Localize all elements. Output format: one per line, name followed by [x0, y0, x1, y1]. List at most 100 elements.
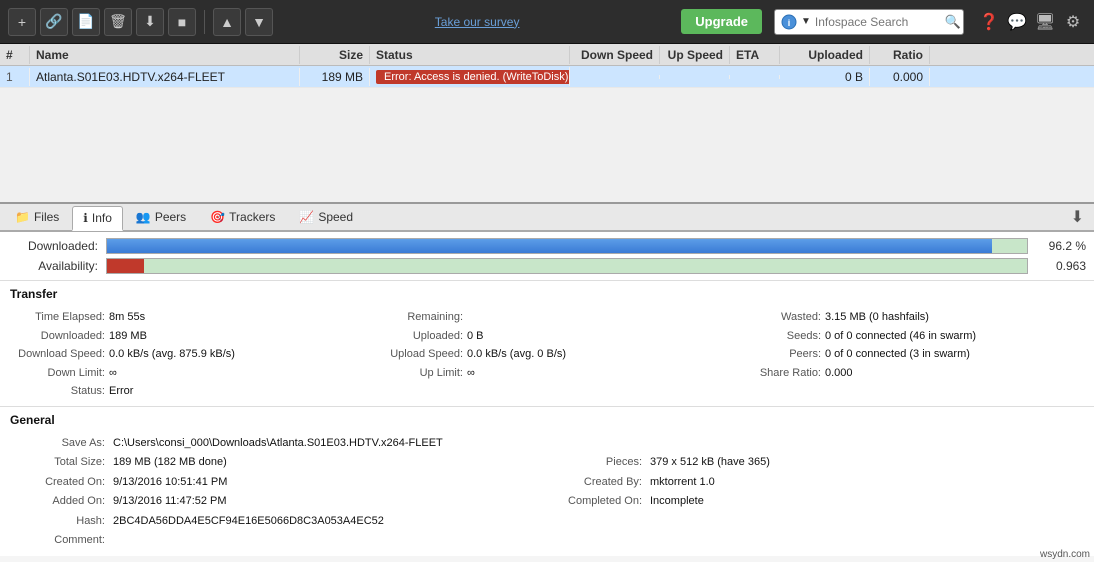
add-button[interactable]: + — [8, 8, 36, 36]
created-on-row: Created On: 9/13/2016 10:51:41 PM — [10, 474, 547, 492]
created-on-by-row: Created On: 9/13/2016 10:51:41 PM Create… — [10, 474, 1084, 492]
transfer-col2: Remaining: Uploaded: 0 B Upload Speed: 0… — [368, 309, 726, 400]
infospace-label: ▼ — [801, 16, 811, 27]
status-error-badge: Error: Access is denied. (WriteToDisk) — [376, 70, 570, 84]
watermark: wsydn.com — [1040, 549, 1090, 560]
svg-text:i: i — [788, 18, 791, 28]
total-size-val: 189 MB (182 MB done) — [113, 454, 227, 472]
downloaded-bar-fill — [107, 239, 992, 253]
torrent-rows: 1 Atlanta.S01E03.HDTV.x264-FLEET 189 MB … — [0, 66, 1094, 88]
seeds-row: Seeds: 0 of 0 connected (46 in swarm) — [726, 328, 1084, 345]
torrent-header: # Name Size Status Down Speed Up Speed E… — [0, 44, 1094, 66]
remaining-key: Remaining: — [368, 309, 463, 326]
search-container: i ▼ 🔍 — [774, 9, 964, 35]
table-row[interactable]: 1 Atlanta.S01E03.HDTV.x264-FLEET 189 MB … — [0, 66, 1094, 88]
chat-button[interactable]: 💬 — [1004, 9, 1030, 35]
added-on-val: 9/13/2016 11:47:52 PM — [113, 493, 227, 511]
down-limit-val: ∞ — [109, 365, 117, 382]
transfer-col1: Time Elapsed: 8m 55s Downloaded: 189 MB … — [10, 309, 368, 400]
delete-button[interactable]: 🗑 — [104, 8, 132, 36]
created-by-val: mktorrent 1.0 — [650, 474, 715, 492]
help-button[interactable]: ❓ — [976, 9, 1002, 35]
total-size-row: Total Size: 189 MB (182 MB done) — [10, 454, 547, 472]
tab-peers[interactable]: 👥 Peers — [125, 205, 197, 229]
tab-speed[interactable]: 📈 Speed — [288, 205, 364, 229]
search-input[interactable] — [815, 15, 945, 29]
created-on-key: Created On: — [10, 474, 105, 492]
row-up-speed — [660, 75, 730, 79]
status-row: Status: Error — [10, 383, 368, 400]
peers-key: Peers: — [726, 346, 821, 363]
added-on-row: Added On: 9/13/2016 11:47:52 PM — [10, 493, 547, 511]
search-icon[interactable]: 🔍 — [945, 14, 961, 30]
row-size: 189 MB — [300, 68, 370, 86]
availability-progress-row: Availability: 0.963 — [0, 256, 1094, 276]
header-size[interactable]: Size — [300, 46, 370, 64]
tab-info[interactable]: ℹ Info — [72, 206, 123, 231]
completed-on-val: Incomplete — [650, 493, 704, 511]
row-status: Error: Access is denied. (WriteToDisk) — [370, 67, 570, 86]
general-area: General Save As: C:\Users\consi_000\Down… — [0, 407, 1094, 557]
completed-on-key: Completed On: — [547, 493, 642, 511]
toolbar-right-icons: ❓ 💬 🖥 ⚙ — [976, 9, 1086, 35]
tab-trackers[interactable]: 🎯 Trackers — [199, 205, 286, 229]
upload-speed-row: Upload Speed: 0.0 kB/s (avg. 0 B/s) — [368, 346, 726, 363]
downloaded-bar — [106, 238, 1028, 254]
trackers-icon: 🎯 — [210, 210, 225, 224]
survey-link[interactable]: Take our survey — [277, 15, 677, 29]
expand-button[interactable]: ⬇ — [1065, 205, 1090, 229]
downloaded-value: 96.2 % — [1036, 239, 1086, 253]
link-button[interactable]: 🔗 — [40, 8, 68, 36]
header-up-speed[interactable]: Up Speed — [660, 46, 730, 64]
header-status[interactable]: Status — [370, 46, 570, 64]
uploaded-key: Uploaded: — [368, 328, 463, 345]
pieces-val: 379 x 512 kB (have 365) — [650, 454, 770, 472]
settings-button[interactable]: ⚙ — [1060, 9, 1086, 35]
download-speed-val: 0.0 kB/s (avg. 875.9 kB/s) — [109, 346, 235, 363]
wasted-val: 3.15 MB (0 hashfails) — [825, 309, 929, 326]
row-name: Atlanta.S01E03.HDTV.x264-FLEET — [30, 68, 300, 86]
comment-key: Comment: — [10, 532, 105, 550]
upgrade-button[interactable]: Upgrade — [681, 9, 762, 34]
time-elapsed-row: Time Elapsed: 8m 55s — [10, 309, 368, 326]
pieces-key: Pieces: — [547, 454, 642, 472]
downloaded-progress-row: Downloaded: 96.2 % — [0, 236, 1094, 256]
hash-key: Hash: — [10, 513, 105, 531]
speed-icon: 📈 — [299, 210, 314, 224]
download-speed-row: Download Speed: 0.0 kB/s (avg. 875.9 kB/… — [10, 346, 368, 363]
download-button[interactable]: ⬇ — [136, 8, 164, 36]
pieces-row: Pieces: 379 x 512 kB (have 365) — [547, 454, 1084, 472]
hash-val: 2BC4DA56DDA4E5CF94E16E5066D8C3A053A4EC52 — [113, 513, 384, 531]
square-button[interactable]: ■ — [168, 8, 196, 36]
availability-bar — [106, 258, 1028, 274]
transfer-title: Transfer — [10, 287, 1084, 303]
header-ratio[interactable]: Ratio — [870, 46, 930, 64]
header-name[interactable]: Name — [30, 46, 300, 64]
wasted-row: Wasted: 3.15 MB (0 hashfails) — [726, 309, 1084, 326]
doc-button[interactable]: 📄 — [72, 8, 100, 36]
added-on-key: Added On: — [10, 493, 105, 511]
header-eta[interactable]: ETA — [730, 46, 780, 64]
down-limit-row: Down Limit: ∞ — [10, 365, 368, 382]
time-elapsed-val: 8m 55s — [109, 309, 145, 326]
uploaded-row: Uploaded: 0 B — [368, 328, 726, 345]
peers-row: Peers: 0 of 0 connected (3 in swarm) — [726, 346, 1084, 363]
transfer-area: Transfer Time Elapsed: 8m 55s Downloaded… — [0, 281, 1094, 407]
tab-files[interactable]: 📁 Files — [4, 205, 70, 229]
header-down-speed[interactable]: Down Speed — [570, 46, 660, 64]
header-uploaded[interactable]: Uploaded — [780, 46, 870, 64]
general-title: General — [10, 413, 1084, 429]
monitor-button[interactable]: 🖥 — [1032, 9, 1058, 35]
share-ratio-row: Share Ratio: 0.000 — [726, 365, 1084, 382]
infospace-icon: i — [781, 14, 797, 30]
down-limit-key: Down Limit: — [10, 365, 105, 382]
seeds-val: 0 of 0 connected (46 in swarm) — [825, 328, 976, 345]
created-on-val: 9/13/2016 10:51:41 PM — [113, 474, 227, 492]
header-num: # — [0, 46, 30, 64]
down-button[interactable]: ▼ — [245, 8, 273, 36]
tab-peers-label: Peers — [155, 210, 186, 224]
tab-info-label: Info — [92, 211, 112, 225]
up-button[interactable]: ▲ — [213, 8, 241, 36]
share-ratio-val: 0.000 — [825, 365, 853, 382]
tab-trackers-label: Trackers — [229, 210, 275, 224]
